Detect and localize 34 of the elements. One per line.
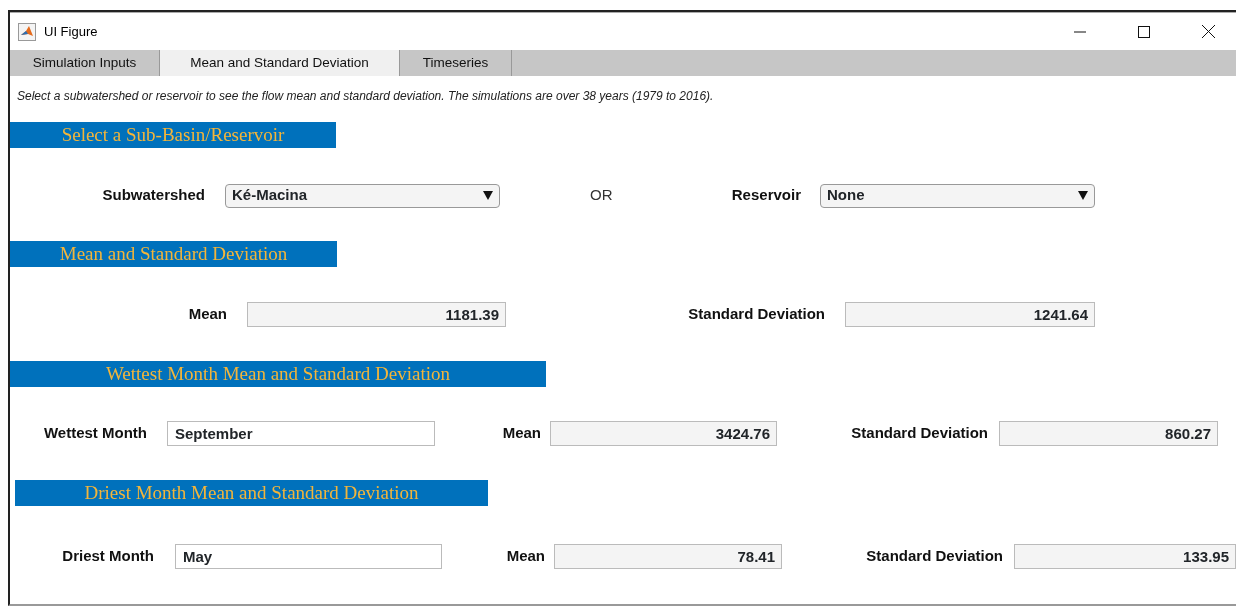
value-field: 1181.39	[247, 302, 506, 327]
section-heading: Wettest Month Mean and Standard Deviation	[10, 361, 546, 387]
input-field[interactable]: May	[175, 544, 442, 569]
section-heading: Select a Sub-Basin/Reservoir	[10, 122, 336, 148]
value-field: 860.27	[999, 421, 1218, 446]
field-label: Standard Deviation	[850, 423, 988, 444]
tab[interactable]: Mean and Standard Deviation	[160, 50, 400, 76]
dropdown[interactable]: None	[820, 183, 1095, 208]
app-icon	[18, 22, 36, 41]
field-label: Subwatershed	[101, 185, 205, 206]
dropdown-caret-icon	[483, 191, 493, 200]
field-label: Mean	[505, 546, 545, 567]
minimize-icon	[1074, 30, 1086, 33]
description-text: Select a subwatershed or reservoir to see the flow mean and standard deviation. The simulations are over 38 years (1979 to 2016).	[16, 88, 715, 105]
field-label: Standard Deviation	[687, 304, 825, 325]
field-label: Wettest Month	[42, 423, 147, 444]
section-heading: Mean and Standard Deviation	[10, 241, 337, 267]
field-label: Standard Deviation	[865, 546, 1003, 567]
field-label: Driest Month	[61, 546, 154, 567]
value-field: 78.41	[554, 544, 782, 569]
field-label: Mean	[187, 304, 227, 325]
close-icon	[1201, 25, 1215, 38]
window-title: UI Figure	[44, 22, 99, 41]
input-field[interactable]: September	[167, 421, 435, 446]
dropdown-caret-icon	[1078, 191, 1088, 200]
field-label: Mean	[501, 423, 541, 444]
section-heading: Driest Month Mean and Standard Deviation	[15, 480, 488, 506]
value-field: 1241.64	[845, 302, 1095, 327]
dropdown[interactable]: Ké-Macina	[225, 183, 500, 208]
value-field: 133.95	[1014, 544, 1236, 569]
or-text: OR	[590, 185, 614, 206]
field-label: Reservoir	[730, 185, 801, 206]
maximize-icon	[1138, 25, 1150, 38]
value-field: 3424.76	[550, 421, 777, 446]
